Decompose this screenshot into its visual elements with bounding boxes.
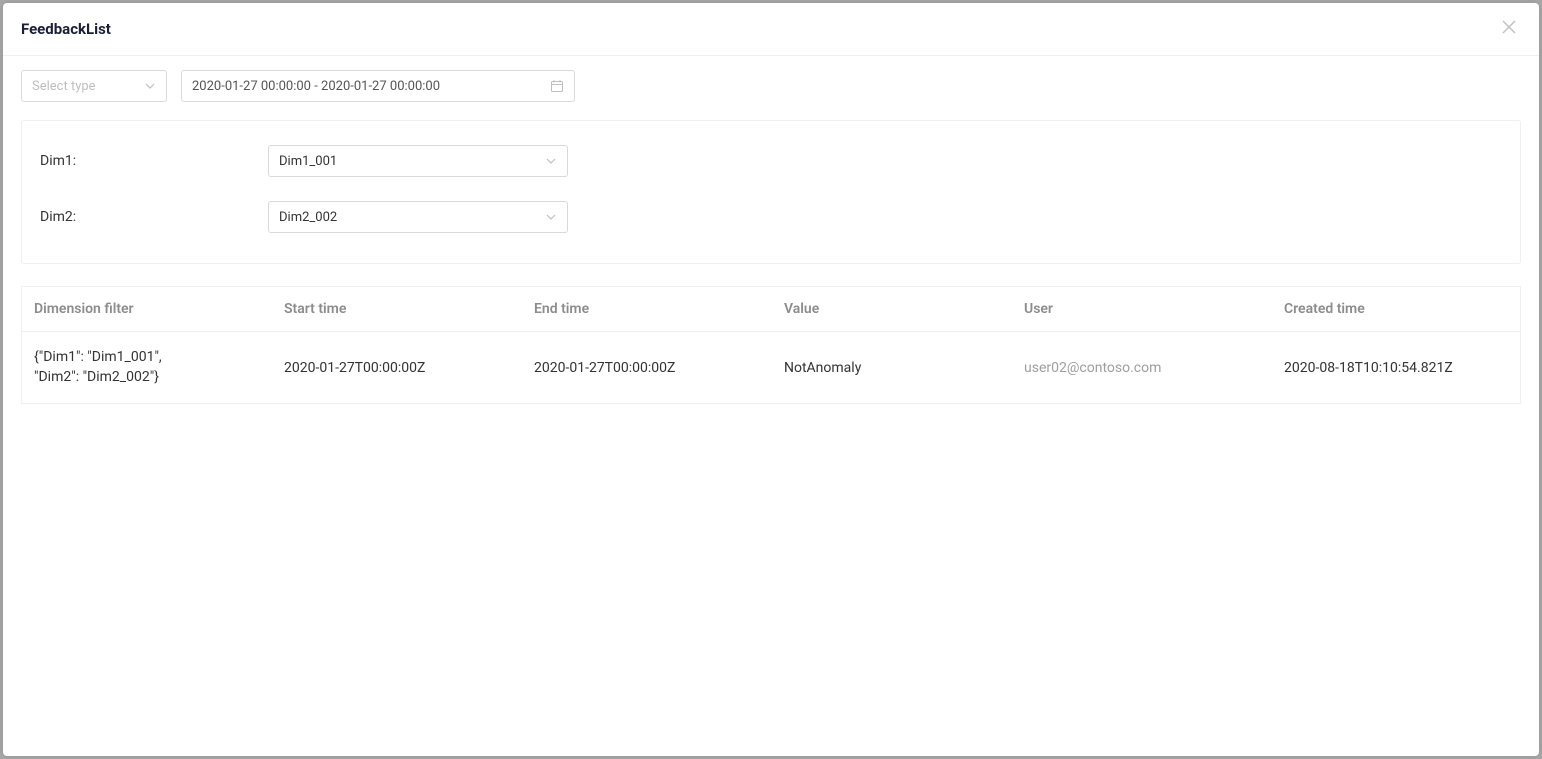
close-button[interactable] (1497, 17, 1521, 41)
type-select-placeholder: Select type (32, 79, 96, 94)
feedback-table: Dimension filter Start time End time Val… (21, 286, 1521, 404)
table-body: {"Dim1": "Dim1_001", "Dim2": "Dim2_002"}… (22, 332, 1520, 404)
th-user: User (1012, 287, 1272, 331)
th-created-time: Created time (1272, 287, 1520, 331)
close-icon (1502, 20, 1516, 38)
modal-body: Select type 2020-01-27 00:00:00 - 2020-0… (3, 56, 1539, 756)
date-range-value: 2020-01-27 00:00:00 - 2020-01-27 00:00:0… (192, 79, 440, 94)
modal-title: FeedbackList (21, 20, 111, 38)
cell-user: user02@contoso.com (1012, 344, 1272, 392)
modal-header: FeedbackList (3, 3, 1539, 56)
dim1-value: Dim1_001 (279, 154, 337, 169)
cell-value: NotAnomaly (772, 344, 1012, 392)
chevron-down-icon (545, 155, 557, 167)
top-controls: Select type 2020-01-27 00:00:00 - 2020-0… (21, 70, 1521, 102)
th-start-time: Start time (272, 287, 522, 331)
th-dimension-filter: Dimension filter (22, 287, 272, 331)
feedback-list-modal: FeedbackList Select type 2020-01-27 00:0… (3, 3, 1539, 756)
dim2-label: Dim2: (38, 209, 268, 225)
calendar-icon (550, 79, 564, 93)
dim2-value: Dim2_002 (279, 210, 337, 225)
cell-start-time: 2020-01-27T00:00:00Z (272, 344, 522, 392)
cell-dimension-filter: {"Dim1": "Dim1_001", "Dim2": "Dim2_002"} (22, 332, 272, 403)
chevron-down-icon (144, 80, 156, 92)
date-range-input[interactable]: 2020-01-27 00:00:00 - 2020-01-27 00:00:0… (181, 70, 575, 102)
cell-end-time: 2020-01-27T00:00:00Z (522, 344, 772, 392)
dim2-row: Dim2: Dim2_002 (38, 201, 1504, 233)
cell-created-time: 2020-08-18T10:10:54.821Z (1272, 344, 1520, 392)
th-end-time: End time (522, 287, 772, 331)
chevron-down-icon (545, 211, 557, 223)
dimension-filter-panel: Dim1: Dim1_001 Dim2: Dim2_002 (21, 120, 1521, 264)
th-value: Value (772, 287, 1012, 331)
dim2-select[interactable]: Dim2_002 (268, 201, 568, 233)
dim1-select[interactable]: Dim1_001 (268, 145, 568, 177)
type-select[interactable]: Select type (21, 70, 167, 102)
dim1-label: Dim1: (38, 153, 268, 169)
table-row: {"Dim1": "Dim1_001", "Dim2": "Dim2_002"}… (22, 332, 1520, 404)
table-header-row: Dimension filter Start time End time Val… (22, 287, 1520, 332)
dim1-row: Dim1: Dim1_001 (38, 145, 1504, 177)
